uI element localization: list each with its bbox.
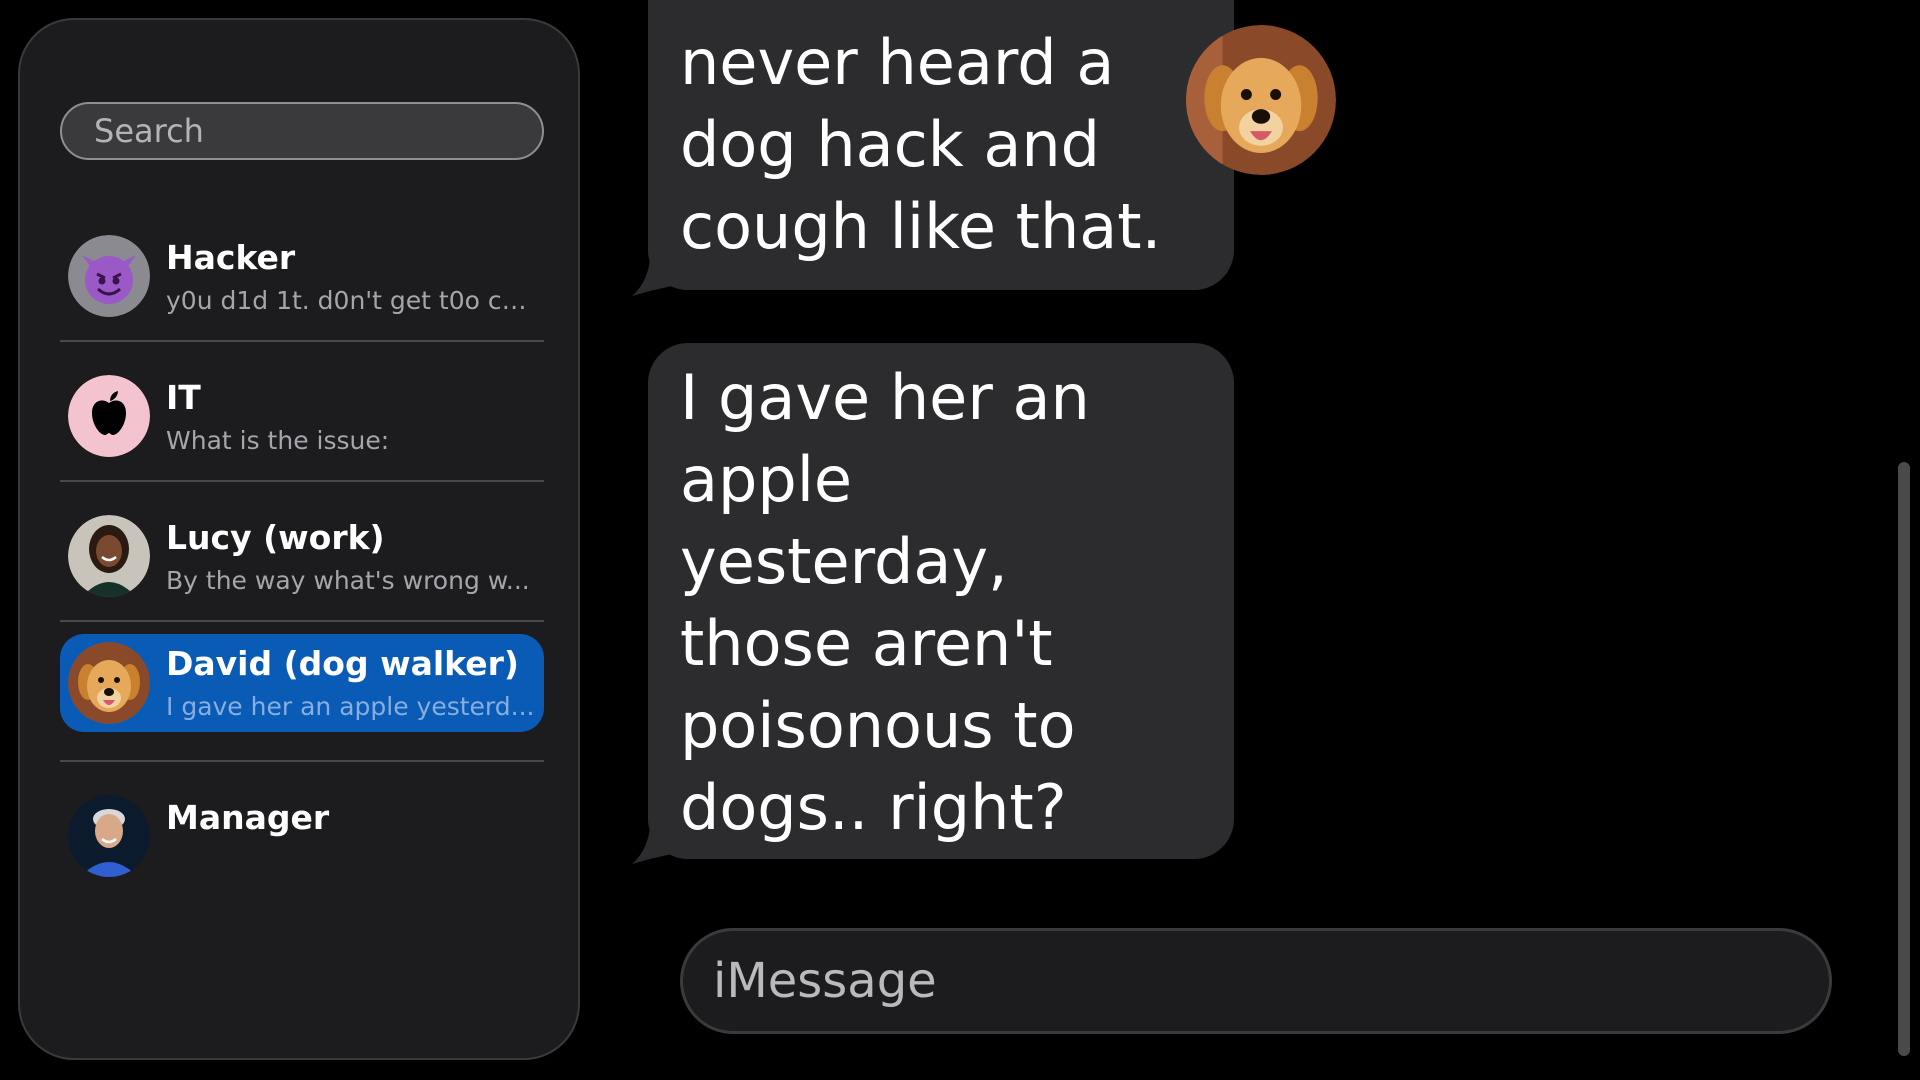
- contact-preview: By the way what's wrong w...: [166, 566, 530, 595]
- message-bubble: never heard a dog hack and cough like th…: [648, 0, 1234, 290]
- message-line: dogs.. right?: [680, 771, 1067, 844]
- message-line: yesterday,: [680, 525, 1008, 598]
- contact-preview: y0u d1d 1t. d0n't get t0o c0...: [166, 286, 536, 315]
- contact-it[interactable]: IT What is the issue:: [60, 360, 544, 458]
- message-line: poisonous to: [680, 689, 1076, 762]
- contact-name: David (dog walker): [166, 644, 519, 683]
- bubble-tail: [632, 258, 672, 296]
- contact-name: IT: [166, 378, 201, 417]
- message-line: cough like that.: [680, 190, 1162, 263]
- man-portrait-icon: [68, 795, 150, 877]
- devil-emoji-icon: [68, 235, 150, 317]
- bubble-tail: [632, 826, 672, 864]
- golden-retriever-icon[interactable]: [1186, 25, 1336, 175]
- contact-hacker[interactable]: Hacker y0u d1d 1t. d0n't get t0o c0...: [60, 220, 544, 318]
- contact-preview: I gave her an apple yesterd...: [166, 692, 535, 721]
- apple-logo-icon: [68, 375, 150, 457]
- contact-lucy[interactable]: Lucy (work) By the way what's wrong w...: [60, 500, 544, 598]
- message-input[interactable]: [680, 928, 1832, 1034]
- messages-app: Hacker y0u d1d 1t. d0n't get t0o c0... I…: [0, 0, 1920, 1080]
- search-input[interactable]: [60, 102, 544, 160]
- contact-david-selected[interactable]: David (dog walker) I gave her an apple y…: [60, 634, 544, 732]
- divider: [60, 760, 544, 762]
- contact-name: Lucy (work): [166, 518, 385, 557]
- golden-retriever-icon: [68, 642, 150, 724]
- contact-name: Hacker: [166, 238, 296, 277]
- message-line: apple: [680, 443, 853, 516]
- contact-name: Manager: [166, 798, 330, 837]
- message-line: those aren't: [680, 607, 1053, 680]
- scrollbar-thumb[interactable]: [1898, 462, 1910, 1056]
- message-line: I gave her an: [680, 361, 1090, 434]
- message-line: dog hack and: [680, 108, 1100, 181]
- divider: [60, 340, 544, 342]
- conversation-sidebar: Hacker y0u d1d 1t. d0n't get t0o c0... I…: [18, 18, 580, 1060]
- woman-portrait-icon: [68, 515, 150, 597]
- contact-manager[interactable]: Manager: [60, 780, 544, 878]
- message-bubble: I gave her an apple yesterday, those are…: [648, 343, 1234, 859]
- message-line: never heard a: [680, 26, 1115, 99]
- divider: [60, 620, 544, 622]
- divider: [60, 480, 544, 482]
- contact-preview: What is the issue:: [166, 426, 390, 455]
